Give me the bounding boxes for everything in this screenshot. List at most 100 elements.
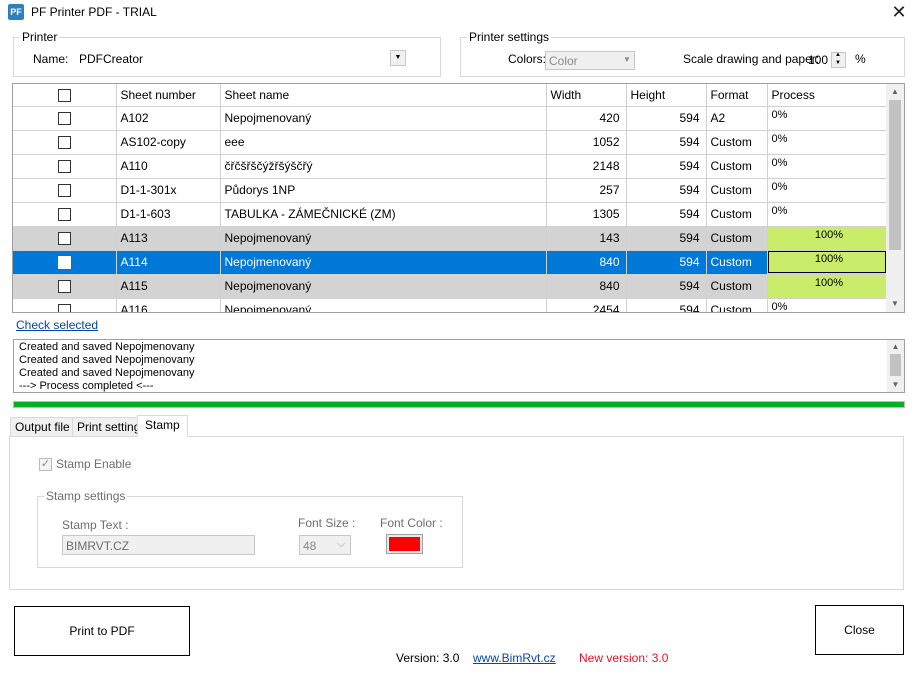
tab-print-setting[interactable]: Print setting: [72, 417, 146, 437]
width-cell[interactable]: 1305: [546, 202, 627, 227]
width-cell[interactable]: 2454: [546, 298, 627, 312]
height-cell[interactable]: 594: [626, 178, 707, 203]
log-scrollbar-thumb[interactable]: [890, 354, 901, 376]
scroll-down-icon[interactable]: ▼: [886, 296, 904, 312]
scale-down-icon[interactable]: ▼: [835, 60, 841, 66]
sheet-number-cell[interactable]: D1-1-603: [116, 202, 221, 227]
table-row[interactable]: A116 Nepojmenovaný 2454 594 Custom 0%: [13, 298, 888, 312]
table-row[interactable]: D1-1-301x Půdorys 1NP 257 594 Custom 0%: [13, 178, 888, 203]
row-checkbox-cell[interactable]: [13, 178, 117, 203]
tab-output-file[interactable]: Output file: [10, 417, 75, 437]
sheet-name-cell[interactable]: čřčšřščýžřšýščřý: [220, 154, 547, 179]
row-checkbox[interactable]: [57, 184, 71, 198]
height-cell[interactable]: 594: [626, 130, 707, 155]
row-checkbox[interactable]: [57, 160, 71, 174]
row-checkbox-cell[interactable]: [13, 250, 117, 275]
printer-name-select[interactable]: PDFCreator ▼: [76, 48, 408, 70]
printer-dropdown-icon[interactable]: ▼: [390, 50, 406, 66]
format-cell[interactable]: Custom: [706, 130, 768, 155]
height-cell[interactable]: 594: [626, 298, 707, 312]
column-header-sheet-name[interactable]: Sheet name: [220, 84, 547, 107]
table-row[interactable]: A102 Nepojmenovaný 420 594 A2 0%: [13, 106, 888, 131]
table-row[interactable]: A115 Nepojmenovaný 840 594 Custom 100%: [13, 274, 888, 299]
row-checkbox-cell[interactable]: [13, 226, 117, 251]
format-cell[interactable]: Custom: [706, 202, 768, 227]
log-scroll-up-icon[interactable]: ▲: [887, 340, 904, 354]
format-cell[interactable]: Custom: [706, 298, 768, 312]
format-cell[interactable]: Custom: [706, 250, 768, 275]
table-row[interactable]: AS102-copy eee 1052 594 Custom 0%: [13, 130, 888, 155]
process-cell[interactable]: 0%: [767, 130, 888, 155]
colors-select[interactable]: Color ▼: [545, 51, 635, 70]
table-row[interactable]: A113 Nepojmenovaný 143 594 Custom 100%: [13, 226, 888, 251]
row-checkbox-cell[interactable]: [13, 106, 117, 131]
stamp-enable-checkbox[interactable]: ✓: [39, 458, 52, 471]
row-checkbox[interactable]: [57, 136, 71, 150]
sheet-name-cell[interactable]: Půdorys 1NP: [220, 178, 547, 203]
scale-stepper[interactable]: ▲ ▼: [831, 52, 846, 68]
row-checkbox[interactable]: [57, 112, 71, 126]
sheet-number-cell[interactable]: A110: [116, 154, 221, 179]
scroll-up-icon[interactable]: ▲: [886, 84, 904, 100]
process-cell[interactable]: 100%: [767, 226, 888, 251]
height-cell[interactable]: 594: [626, 274, 707, 299]
row-checkbox[interactable]: [57, 304, 71, 312]
process-cell[interactable]: 100%: [767, 250, 888, 275]
sheet-number-cell[interactable]: AS102-copy: [116, 130, 221, 155]
sheet-name-cell[interactable]: Nepojmenovaný: [220, 106, 547, 131]
row-checkbox-cell[interactable]: [13, 298, 117, 312]
sheet-name-cell[interactable]: Nepojmenovaný: [220, 226, 547, 251]
column-header-process[interactable]: Process: [767, 84, 888, 107]
width-cell[interactable]: 257: [546, 178, 627, 203]
width-cell[interactable]: 143: [546, 226, 627, 251]
grid-scrollbar-thumb[interactable]: [889, 100, 901, 250]
select-all-checkbox[interactable]: [57, 88, 71, 102]
font-size-select[interactable]: 48 ⌵: [299, 535, 351, 555]
process-cell[interactable]: 0%: [767, 154, 888, 179]
row-checkbox-cell[interactable]: [13, 130, 117, 155]
height-cell[interactable]: 594: [626, 226, 707, 251]
row-checkbox[interactable]: [57, 232, 71, 246]
height-cell[interactable]: 594: [626, 106, 707, 131]
table-row-selected[interactable]: A114 Nepojmenovaný 840 594 Custom 100%: [13, 250, 888, 275]
process-cell[interactable]: 100%: [767, 274, 888, 299]
width-cell[interactable]: 2148: [546, 154, 627, 179]
height-cell[interactable]: 594: [626, 250, 707, 275]
sheet-number-cell[interactable]: A116: [116, 298, 221, 312]
sheet-name-cell[interactable]: eee: [220, 130, 547, 155]
column-header-height[interactable]: Height: [626, 84, 707, 107]
log-scroll-down-icon[interactable]: ▼: [887, 378, 904, 392]
sheet-name-cell[interactable]: Nepojmenovaný: [220, 250, 547, 275]
scale-up-icon[interactable]: ▲: [835, 52, 841, 58]
row-checkbox-cell[interactable]: [13, 274, 117, 299]
process-cell[interactable]: 0%: [767, 202, 888, 227]
select-all-header[interactable]: [13, 84, 117, 107]
print-to-pdf-button[interactable]: Print to PDF: [14, 606, 190, 656]
sheet-number-cell[interactable]: A102: [116, 106, 221, 131]
height-cell[interactable]: 594: [626, 202, 707, 227]
row-checkbox-cell[interactable]: [13, 154, 117, 179]
stamp-text-input[interactable]: BIMRVT.CZ: [62, 535, 255, 555]
format-cell[interactable]: Custom: [706, 226, 768, 251]
column-header-sheet-number[interactable]: Sheet number: [116, 84, 221, 107]
sheet-name-cell[interactable]: Nepojmenovaný: [220, 298, 547, 312]
sheet-grid[interactable]: Sheet number Sheet name Width Height For…: [12, 83, 905, 313]
scale-input[interactable]: 100: [808, 53, 830, 67]
sheet-number-cell[interactable]: A113: [116, 226, 221, 251]
width-cell[interactable]: 1052: [546, 130, 627, 155]
table-row[interactable]: D1-1-603 TABULKA - ZÁMEČNICKÉ (ZM) 1305 …: [13, 202, 888, 227]
row-checkbox-cell[interactable]: [13, 202, 117, 227]
format-cell[interactable]: Custom: [706, 274, 768, 299]
sheet-number-cell[interactable]: A114: [116, 250, 221, 275]
width-cell[interactable]: 840: [546, 274, 627, 299]
table-row[interactable]: A110 čřčšřščýžřšýščřý 2148 594 Custom 0%: [13, 154, 888, 179]
check-selected-link[interactable]: Check selected: [16, 318, 98, 332]
tab-stamp[interactable]: Stamp: [137, 415, 188, 437]
height-cell[interactable]: 594: [626, 154, 707, 179]
format-cell[interactable]: Custom: [706, 178, 768, 203]
width-cell[interactable]: 420: [546, 106, 627, 131]
column-header-format[interactable]: Format: [706, 84, 768, 107]
process-cell[interactable]: 0%: [767, 178, 888, 203]
process-cell[interactable]: 0%: [767, 106, 888, 131]
font-color-button[interactable]: [386, 534, 423, 554]
